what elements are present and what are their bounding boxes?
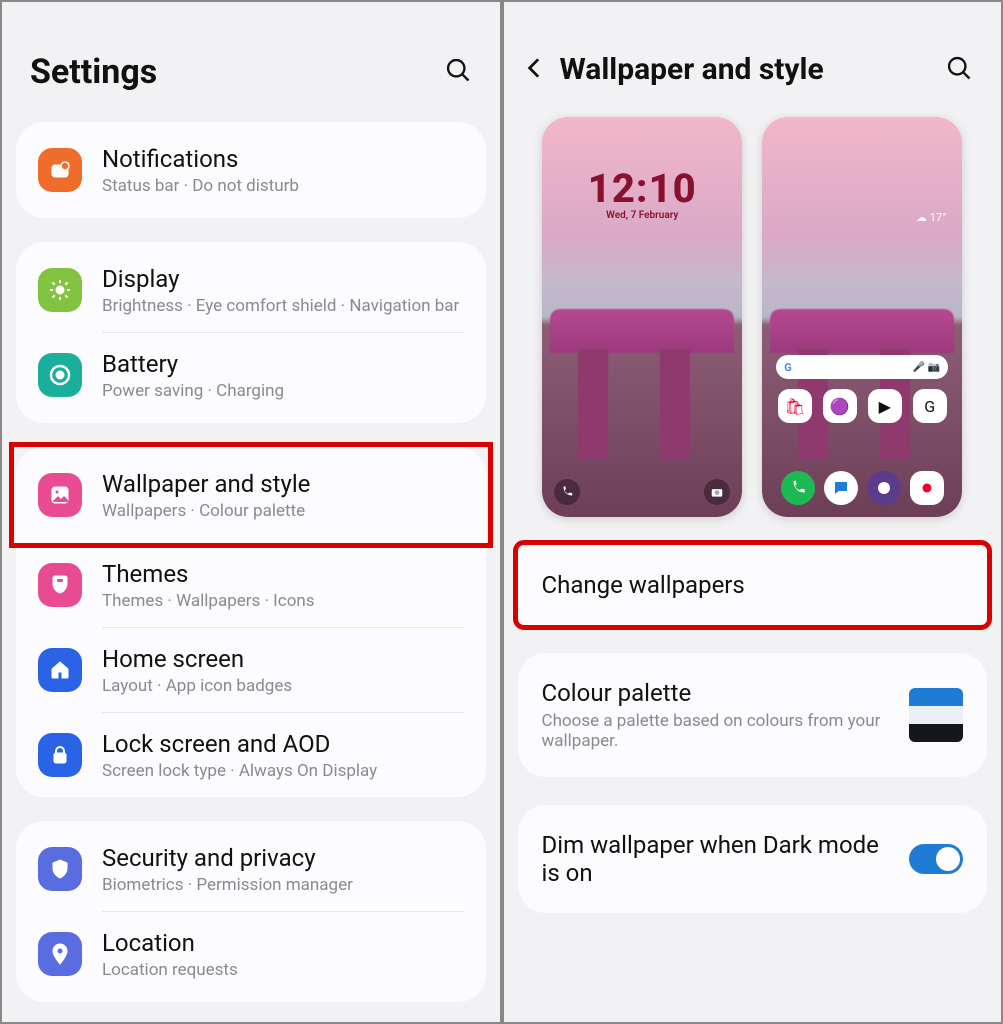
- row-title: Battery: [102, 349, 284, 379]
- colour-palette-option[interactable]: Colour palette Choose a palette based on…: [518, 653, 988, 777]
- browser-dock-icon: [867, 471, 901, 505]
- settings-row-lock[interactable]: Lock screen and AOD Screen lock type · A…: [16, 713, 486, 797]
- settings-row-notifications[interactable]: Notifications Status bar · Do not distur…: [16, 128, 486, 212]
- settings-row-battery[interactable]: Battery Power saving · Charging: [16, 333, 486, 417]
- dim-wallpaper-option[interactable]: Dim wallpaper when Dark mode is on: [518, 805, 988, 913]
- settings-row-display[interactable]: Display Brightness · Eye comfort shield …: [16, 248, 486, 332]
- row-title: Wallpaper and style: [102, 469, 310, 499]
- google-search-bar: G 🎤 📷: [776, 355, 948, 379]
- display-icon: [38, 268, 82, 312]
- row-subtitle: Layout · App icon badges: [102, 676, 292, 696]
- location-icon: [38, 932, 82, 976]
- settings-row-security[interactable]: Security and privacy Biometrics · Permis…: [16, 827, 486, 911]
- phone-dock-icon: [781, 471, 815, 505]
- colour-palette-title: Colour palette: [542, 679, 892, 707]
- settings-row-themes[interactable]: Themes Themes · Wallpapers · Icons: [16, 543, 486, 627]
- settings-row-location[interactable]: Location Location requests: [16, 912, 486, 996]
- palette-swatch-icon: [909, 688, 963, 742]
- row-subtitle: Power saving · Charging: [102, 381, 284, 401]
- row-subtitle: Location requests: [102, 960, 238, 980]
- row-subtitle: Brightness · Eye comfort shield · Naviga…: [102, 296, 459, 316]
- store-app-icon: 🛍: [778, 389, 812, 423]
- row-title: Location: [102, 928, 238, 958]
- colour-palette-subtitle: Choose a palette based on colours from y…: [542, 711, 892, 751]
- home-icon: [38, 648, 82, 692]
- row-title: Notifications: [102, 144, 299, 174]
- lock-time: 12:10: [542, 165, 742, 212]
- dim-wallpaper-title: Dim wallpaper when Dark mode is on: [542, 831, 882, 887]
- shield-icon: [38, 847, 82, 891]
- row-title: Themes: [102, 559, 315, 589]
- row-subtitle: Themes · Wallpapers · Icons: [102, 591, 315, 611]
- google-app-icon: G: [913, 389, 947, 423]
- row-title: Lock screen and AOD: [102, 729, 377, 759]
- messages-dock-icon: [824, 471, 858, 505]
- settings-row-wallpaper[interactable]: Wallpaper and style Wallpapers · Colour …: [14, 447, 488, 543]
- weather-widget: ☁ 17°: [916, 211, 946, 224]
- row-title: Security and privacy: [102, 843, 353, 873]
- row-title: Home screen: [102, 644, 292, 674]
- page-title: Wallpaper and style: [560, 52, 934, 87]
- back-icon[interactable]: [522, 55, 548, 85]
- row-subtitle: Status bar · Do not disturb: [102, 176, 299, 196]
- lock-icon: [38, 733, 82, 777]
- change-wallpapers-button[interactable]: Change wallpapers: [518, 545, 988, 625]
- camera-dock-icon: [910, 471, 944, 505]
- row-subtitle: Wallpapers · Colour palette: [102, 501, 310, 521]
- settings-title: Settings: [30, 52, 157, 92]
- row-subtitle: Biometrics · Permission manager: [102, 875, 353, 895]
- row-subtitle: Screen lock type · Always On Display: [102, 761, 377, 781]
- search-icon[interactable]: [945, 54, 973, 86]
- battery-icon: [38, 353, 82, 397]
- wallpaper-style-panel: Wallpaper and style 12:10 Wed, 7 Februar…: [502, 0, 1003, 1024]
- lock-date: Wed, 7 February: [542, 210, 742, 221]
- notifications-icon: [38, 148, 82, 192]
- dim-wallpaper-toggle[interactable]: [909, 844, 963, 874]
- themes-icon: [38, 563, 82, 607]
- settings-row-home[interactable]: Home screen Layout · App icon badges: [16, 628, 486, 712]
- camera-shortcut-icon: [704, 479, 730, 505]
- lock-screen-preview[interactable]: 12:10 Wed, 7 February: [542, 117, 742, 517]
- gallery-app-icon: 🟣: [823, 389, 857, 423]
- change-wallpapers-label: Change wallpapers: [542, 571, 745, 599]
- row-title: Display: [102, 264, 459, 294]
- home-screen-preview[interactable]: ☁ 17° G 🎤 📷 🛍 🟣 ▶ G: [762, 117, 962, 517]
- play-store-app-icon: ▶: [868, 389, 902, 423]
- wallpaper-icon: [38, 473, 82, 517]
- phone-shortcut-icon: [554, 479, 580, 505]
- settings-panel: Settings Notifications Status bar · Do n…: [0, 0, 502, 1024]
- search-icon[interactable]: [444, 56, 472, 88]
